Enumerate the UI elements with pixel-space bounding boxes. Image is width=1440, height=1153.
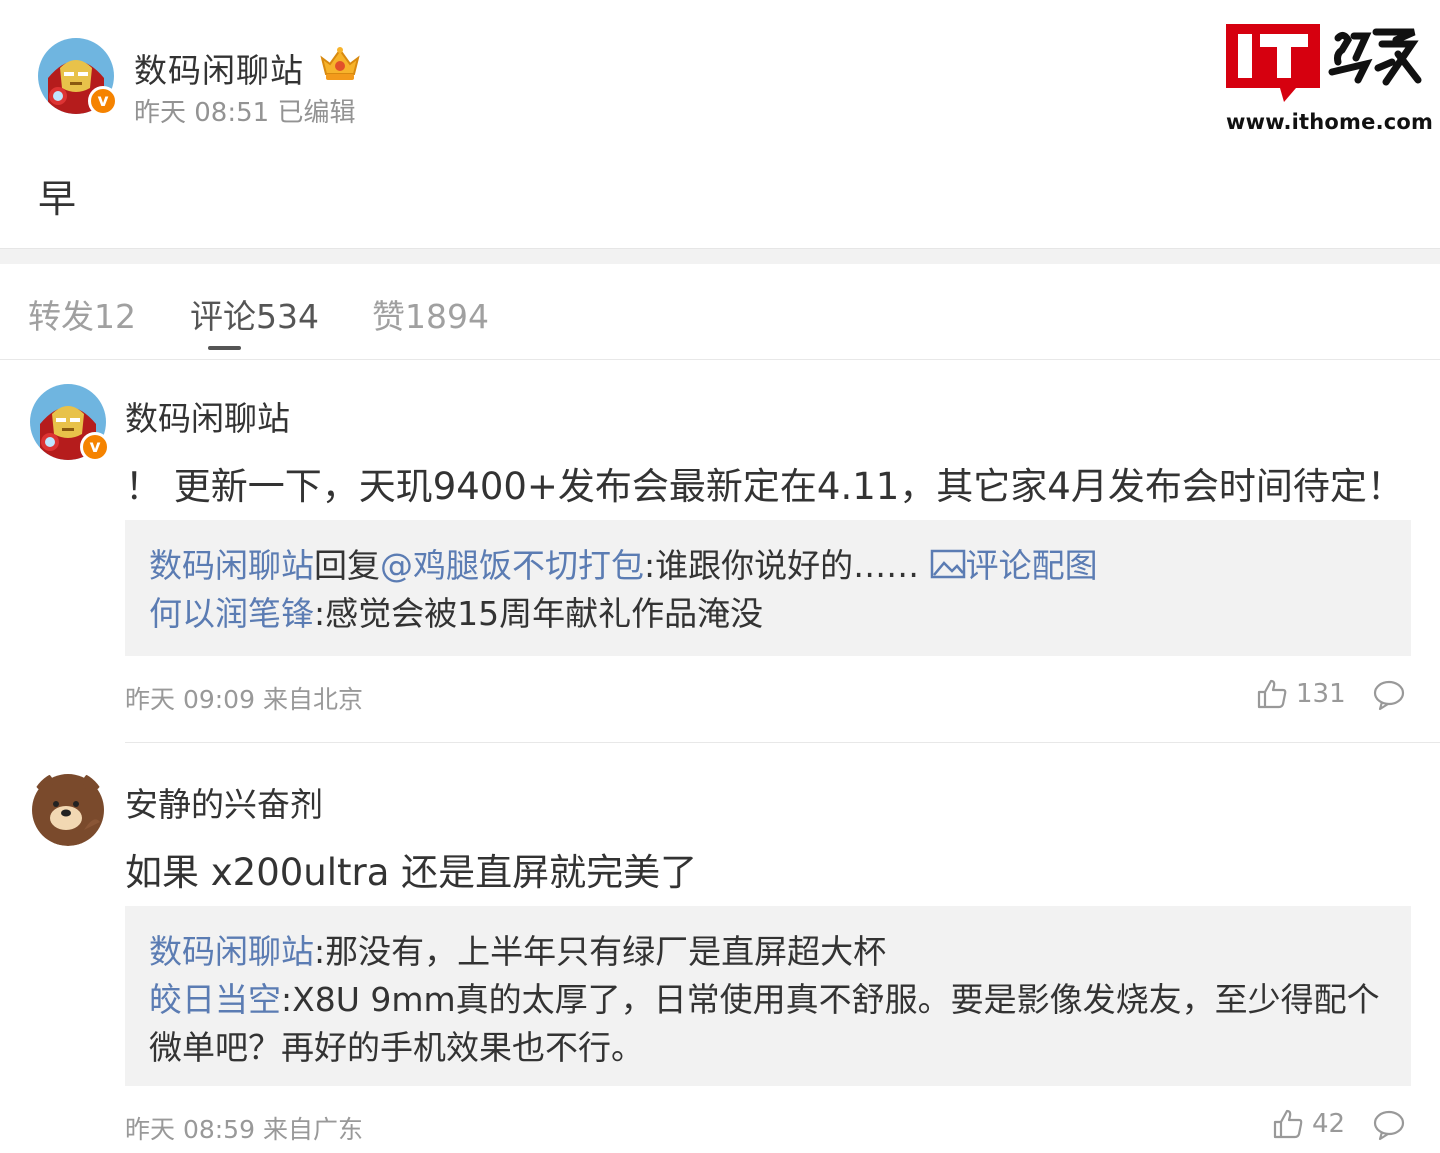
post-author-name[interactable]: 数码闲聊站 bbox=[134, 44, 304, 92]
comment-image-link[interactable]: 评论配图 bbox=[930, 546, 1098, 585]
like-button[interactable]: 131 bbox=[1256, 678, 1346, 710]
image-icon bbox=[930, 549, 965, 579]
reply-line: 皎日当空:X8U 9mm真的太厚了，日常使用真不舒服。要是影像发烧友，至少得配个 bbox=[149, 976, 1387, 1024]
commenter-avatar[interactable] bbox=[30, 770, 106, 846]
thumbs-up-icon bbox=[1257, 679, 1287, 709]
post-header: v 数码闲聊站 昨天 08:51 已编辑 早 www.ithome.com bbox=[0, 0, 1440, 250]
reply-preview-box[interactable]: 数码闲聊站:那没有，上半年只有绿厂是直屏超大杯 皎日当空:X8U 9mm真的太厚… bbox=[125, 906, 1411, 1086]
reply-line: 数码闲聊站回复@鸡腿饭不切打包:谁跟你说好的…… 评论配图 bbox=[149, 542, 1387, 590]
reply-text: :X8U 9mm真的太厚了，日常使用真不舒服。要是影像发烧友，至少得配个 bbox=[281, 980, 1380, 1019]
reply-user-link[interactable]: 何以润笔锋 bbox=[149, 594, 314, 633]
comment-text: 如果 x200ultra 还是直屏就完美了 bbox=[125, 851, 698, 894]
mention-link[interactable]: @鸡腿饭不切打包 bbox=[380, 546, 644, 585]
reply-verb: 回复 bbox=[314, 546, 380, 585]
like-count: 131 bbox=[1296, 679, 1346, 709]
verified-badge-icon: v bbox=[80, 432, 110, 462]
section-divider bbox=[0, 248, 1440, 264]
reply-text-continued: 微单吧？再好的手机效果也不行。 bbox=[149, 1028, 644, 1067]
reply-user-link[interactable]: 皎日当空 bbox=[149, 980, 281, 1019]
reply-button[interactable] bbox=[1372, 1108, 1406, 1142]
crown-badge-icon[interactable] bbox=[318, 44, 362, 84]
reply-line: 微单吧？再好的手机效果也不行。 bbox=[149, 1024, 1387, 1072]
commenter-avatar[interactable]: v bbox=[30, 384, 110, 462]
logo-url: www.ithome.com bbox=[1226, 110, 1434, 134]
reply-button[interactable] bbox=[1372, 678, 1406, 712]
reply-preview-box[interactable]: 数码闲聊站回复@鸡腿饭不切打包:谁跟你说好的…… 评论配图 何以润笔锋:感觉会被… bbox=[125, 520, 1411, 656]
author-avatar[interactable]: v bbox=[38, 38, 118, 116]
reply-line: 何以润笔锋:感觉会被15周年献礼作品淹没 bbox=[149, 590, 1387, 638]
reply-text: :那没有，上半年只有绿厂是直屏超大杯 bbox=[314, 932, 887, 971]
comment-text: ！ 更新一下，天玑9400+发布会最新定在4.11，其它家4月发布会时间待定！ bbox=[125, 465, 1404, 508]
active-tab-indicator bbox=[208, 346, 241, 350]
comment-bubble-icon bbox=[1373, 1110, 1405, 1141]
comment-image-label: 评论配图 bbox=[965, 546, 1098, 585]
commenter-name[interactable]: 安静的兴奋剂 bbox=[125, 778, 323, 826]
thumbs-up-icon bbox=[1273, 1109, 1303, 1139]
tab-reposts[interactable]: 转发12 bbox=[28, 290, 136, 338]
comment-divider bbox=[125, 742, 1440, 743]
reply-line: 数码闲聊站:那没有，上半年只有绿厂是直屏超大杯 bbox=[149, 928, 1387, 976]
comment-meta: 昨天 09:09 来自北京 bbox=[125, 685, 363, 714]
comment-meta: 昨天 08:59 来自广东 bbox=[125, 1115, 363, 1144]
like-count: 42 bbox=[1312, 1109, 1346, 1139]
post-timestamp: 昨天 08:51 已编辑 bbox=[134, 98, 356, 128]
reply-text: :谁跟你说好的…… bbox=[644, 546, 930, 585]
reply-text: :感觉会被15周年献礼作品淹没 bbox=[314, 594, 764, 633]
tab-likes[interactable]: 赞1894 bbox=[372, 290, 489, 338]
commenter-name[interactable]: 数码闲聊站 bbox=[125, 392, 290, 440]
like-button[interactable]: 42 bbox=[1272, 1108, 1345, 1140]
bear-avatar-icon bbox=[30, 770, 106, 846]
post-content: 早 bbox=[38, 177, 77, 221]
reply-user-link[interactable]: 数码闲聊站 bbox=[149, 546, 314, 585]
verified-badge-icon: v bbox=[88, 86, 118, 116]
tab-comments[interactable]: 评论534 bbox=[190, 290, 319, 338]
post-tabs: 转发12 评论534 赞1894 bbox=[0, 264, 1440, 360]
comment-bubble-icon bbox=[1373, 680, 1405, 711]
reply-user-link[interactable]: 数码闲聊站 bbox=[149, 932, 314, 971]
